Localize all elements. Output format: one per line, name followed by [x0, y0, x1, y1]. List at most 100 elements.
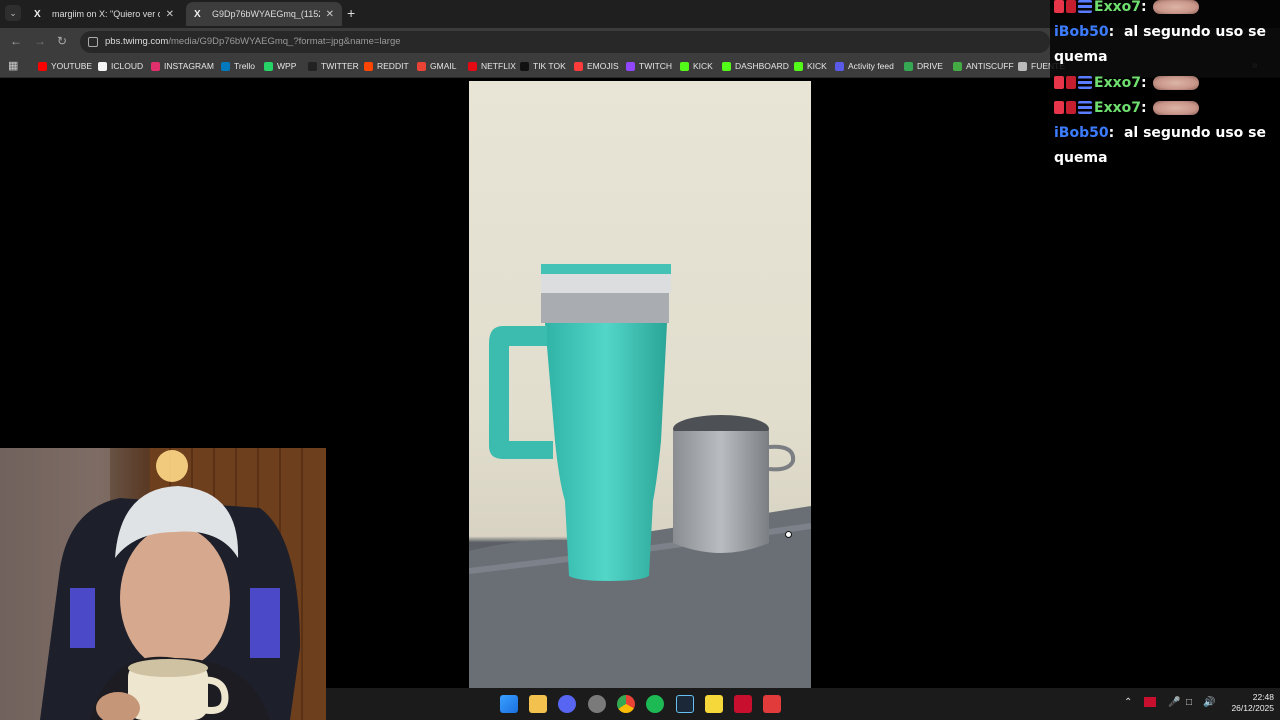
bookmark-label: YOUTUBE: [51, 61, 93, 71]
bookmark-item[interactable]: KICK: [794, 61, 827, 71]
bookmark-item[interactable]: WPP: [264, 61, 296, 71]
tab-search-button[interactable]: ⌄: [5, 5, 21, 21]
sticky-notes-icon[interactable]: [705, 695, 723, 713]
bookmark-label: KICK: [807, 61, 827, 71]
bookmark-item[interactable]: REDDIT: [364, 61, 409, 71]
chat-username: iBob50: [1054, 24, 1109, 40]
new-tab-button[interactable]: +: [347, 6, 355, 20]
bookmark-favicon-icon: [308, 61, 317, 71]
url-text: pbs.twimg.com/media/G9Dp76bWYAEGmq_?form…: [105, 36, 401, 47]
face-emote-icon: [1152, 76, 1199, 90]
apps-grid-icon[interactable]: ▦: [8, 61, 19, 72]
chat-message: Exxo7:: [1054, 0, 1199, 20]
chat-message: Exxo7:: [1054, 71, 1199, 96]
bookmark-item[interactable]: Activity feed: [835, 61, 894, 71]
bookmark-item[interactable]: Trello: [221, 61, 255, 71]
bookmark-item[interactable]: DRIVE: [904, 61, 943, 71]
tab-image[interactable]: X G9Dp76bWYAEGmq_(1152×20 ✕: [186, 2, 342, 26]
tab-title: G9Dp76bWYAEGmq_(1152×20: [212, 9, 320, 19]
chat-message: Exxo7:: [1054, 96, 1199, 121]
viewed-photo[interactable]: [469, 81, 811, 688]
heart-badge-icon: [1054, 76, 1064, 89]
bookmark-item[interactable]: DASHBOARD: [722, 61, 789, 71]
bookmark-label: DASHBOARD: [735, 61, 789, 71]
chat-username: Exxo7: [1094, 100, 1141, 116]
bookmark-favicon-icon: [904, 61, 913, 71]
system-clock[interactable]: 22:48 26/12/2025: [1224, 692, 1274, 714]
bookmark-item[interactable]: ICLOUD: [98, 61, 143, 71]
network-icon[interactable]: □: [1186, 697, 1192, 709]
bookmark-label: NETFLIX: [481, 61, 516, 71]
chat-message: iBob50: al segundo uso se quema: [1054, 125, 1266, 166]
tray-app-icon[interactable]: [1144, 697, 1156, 707]
bookmark-favicon-icon: [680, 61, 689, 71]
bookmark-label: Activity feed: [848, 61, 894, 71]
bookmark-label: INSTAGRAM: [164, 61, 214, 71]
face-emote-icon: [1152, 101, 1199, 115]
x-logo-icon: X: [194, 8, 201, 20]
discord-icon[interactable]: [558, 695, 576, 713]
bookmark-item[interactable]: TIK TOK: [520, 61, 566, 71]
bookmark-favicon-icon: [417, 61, 426, 71]
spotify-icon[interactable]: [646, 695, 664, 713]
microphone-icon[interactable]: 🎤: [1168, 697, 1180, 709]
anydesk-icon[interactable]: [763, 695, 781, 713]
bookmark-item[interactable]: TWITTER: [308, 61, 359, 71]
bookmark-favicon-icon: [264, 61, 273, 71]
app-icon[interactable]: [734, 695, 752, 713]
bookmark-item[interactable]: TWITCH: [626, 61, 672, 71]
alert-badge-icon: [1066, 0, 1076, 13]
bookmark-label: REDDIT: [377, 61, 409, 71]
tab-close-icon[interactable]: ✕: [166, 9, 174, 20]
chat-username: iBob50: [1054, 125, 1109, 141]
bookmark-favicon-icon: [794, 61, 803, 71]
bookmark-favicon-icon: [626, 61, 635, 71]
bookmark-favicon-icon: [722, 61, 731, 71]
face-emote-icon: [1152, 0, 1199, 14]
bookmark-item[interactable]: EMOJIS: [574, 61, 619, 71]
bookmark-favicon-icon: [953, 61, 962, 71]
bookmark-item[interactable]: GMAIL: [417, 61, 456, 71]
bookmark-item[interactable]: INSTAGRAM: [151, 61, 214, 71]
x-logo-icon: X: [34, 8, 41, 20]
tab-tweet[interactable]: X margiim on X: "Quiero ver que ✕: [26, 2, 182, 26]
forward-arrow-icon[interactable]: →: [34, 35, 46, 47]
bookmark-label: KICK: [693, 61, 713, 71]
bookmark-label: Trello: [234, 61, 255, 71]
bookmark-favicon-icon: [835, 61, 844, 71]
clock-date: 26/12/2025: [1231, 703, 1274, 713]
bookmark-label: GMAIL: [430, 61, 457, 71]
cursor-icon: [785, 531, 792, 538]
app-icon[interactable]: [588, 695, 606, 713]
bookmark-item[interactable]: YOUTUBE: [38, 61, 92, 71]
chrome-icon[interactable]: [617, 695, 635, 713]
bookmark-label: WPP: [277, 61, 297, 71]
windows-taskbar: ⌃ 🎤 □ 🔊: [326, 688, 1280, 720]
bookmark-favicon-icon: [1018, 61, 1027, 71]
screen: ⌄ X margiim on X: "Quiero ver que ✕ X G9…: [0, 0, 1280, 720]
bookmark-item[interactable]: NETFLIX: [468, 61, 516, 71]
bookmark-label: TWITTER: [321, 61, 359, 71]
bookmark-favicon-icon: [38, 61, 47, 71]
subscriber-badge-icon: [1078, 0, 1092, 13]
bookmark-favicon-icon: [151, 61, 160, 71]
alert-badge-icon: [1066, 101, 1076, 114]
bookmark-favicon-icon: [221, 61, 230, 71]
file-explorer-icon[interactable]: [529, 695, 547, 713]
address-bar[interactable]: pbs.twimg.com/media/G9Dp76bWYAEGmq_?form…: [80, 31, 1050, 53]
volume-icon[interactable]: 🔊: [1203, 697, 1215, 709]
chat-username: Exxo7: [1094, 0, 1141, 15]
steam-icon[interactable]: [676, 695, 694, 713]
reload-icon[interactable]: ↻: [57, 35, 67, 47]
bookmark-item[interactable]: KICK: [680, 61, 713, 71]
tab-close-icon[interactable]: ✕: [326, 9, 334, 20]
site-info-icon[interactable]: [88, 37, 98, 47]
back-arrow-icon[interactable]: ←: [10, 35, 22, 47]
tray-chevron-icon[interactable]: ⌃: [1124, 697, 1132, 709]
bookmark-label: ICLOUD: [111, 61, 144, 71]
bookmark-item[interactable]: ANTISCUFF: [953, 61, 1014, 71]
heart-badge-icon: [1054, 0, 1064, 13]
bookmark-favicon-icon: [364, 61, 373, 71]
start-windows-icon[interactable]: [500, 695, 518, 713]
bookmark-label: DRIVE: [917, 61, 943, 71]
